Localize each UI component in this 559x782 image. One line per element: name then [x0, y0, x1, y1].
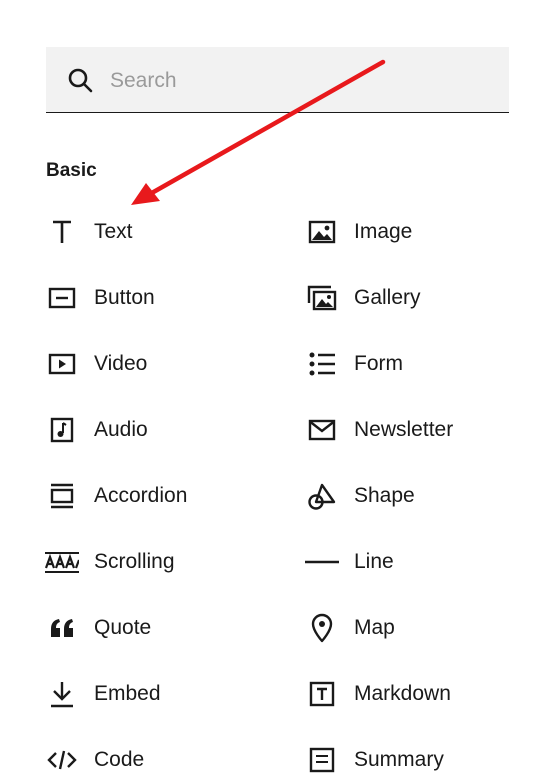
block-label: Image — [354, 220, 413, 243]
audio-icon — [45, 413, 79, 447]
block-item-form[interactable]: Form — [305, 342, 403, 386]
block-label: Line — [354, 550, 394, 573]
shape-icon — [305, 479, 339, 513]
block-item-scrolling[interactable]: Scrolling — [45, 540, 175, 584]
block-item-newsletter[interactable]: Newsletter — [305, 408, 453, 452]
block-item-embed[interactable]: Embed — [45, 672, 161, 716]
markdown-icon — [305, 677, 339, 711]
section-title-basic: Basic — [46, 160, 97, 181]
video-icon — [45, 347, 79, 381]
block-label: Embed — [94, 682, 161, 705]
block-label: Accordion — [94, 484, 188, 507]
block-label: Audio — [94, 418, 148, 441]
block-label: Scrolling — [94, 550, 175, 573]
form-icon — [305, 347, 339, 381]
block-label: Summary — [354, 748, 444, 771]
accordion-icon — [45, 479, 79, 513]
search-icon — [67, 67, 93, 93]
block-item-shape[interactable]: Shape — [305, 474, 415, 518]
block-item-audio[interactable]: Audio — [45, 408, 148, 452]
block-label: Newsletter — [354, 418, 454, 441]
block-label: Map — [354, 616, 395, 639]
search-input[interactable] — [110, 61, 492, 101]
envelope-icon — [305, 413, 339, 447]
block-item-line[interactable]: Line — [305, 540, 394, 584]
quote-icon — [45, 611, 79, 645]
block-item-gallery[interactable]: Gallery — [305, 276, 421, 320]
block-item-map[interactable]: Map — [305, 606, 395, 650]
block-label: Markdown — [354, 682, 451, 705]
line-icon — [305, 545, 339, 579]
block-label: Video — [94, 352, 148, 375]
block-label: Code — [94, 748, 145, 771]
block-item-markdown[interactable]: Markdown — [305, 672, 451, 716]
search-bar[interactable] — [46, 47, 509, 113]
summary-icon — [305, 743, 339, 777]
block-item-accordion[interactable]: Accordion — [45, 474, 187, 518]
block-item-text[interactable]: Text — [45, 210, 133, 254]
block-item-button[interactable]: Button — [45, 276, 155, 320]
button-icon — [45, 281, 79, 315]
block-label: Shape — [354, 484, 415, 507]
block-label: Text — [94, 220, 133, 243]
text-icon — [45, 215, 79, 249]
image-icon — [305, 215, 339, 249]
map-pin-icon — [305, 611, 339, 645]
block-item-quote[interactable]: Quote — [45, 606, 151, 650]
block-label: Quote — [94, 616, 152, 639]
scrolling-icon — [45, 545, 79, 579]
gallery-icon — [305, 281, 339, 315]
block-item-summary[interactable]: Summary — [305, 738, 444, 782]
block-item-image[interactable]: Image — [305, 210, 412, 254]
embed-icon — [45, 677, 79, 711]
block-label: Form — [354, 352, 403, 375]
code-icon — [45, 743, 79, 777]
block-label: Gallery — [354, 286, 421, 309]
block-item-code[interactable]: Code — [45, 738, 144, 782]
block-label: Button — [94, 286, 155, 309]
block-item-video[interactable]: Video — [45, 342, 147, 386]
